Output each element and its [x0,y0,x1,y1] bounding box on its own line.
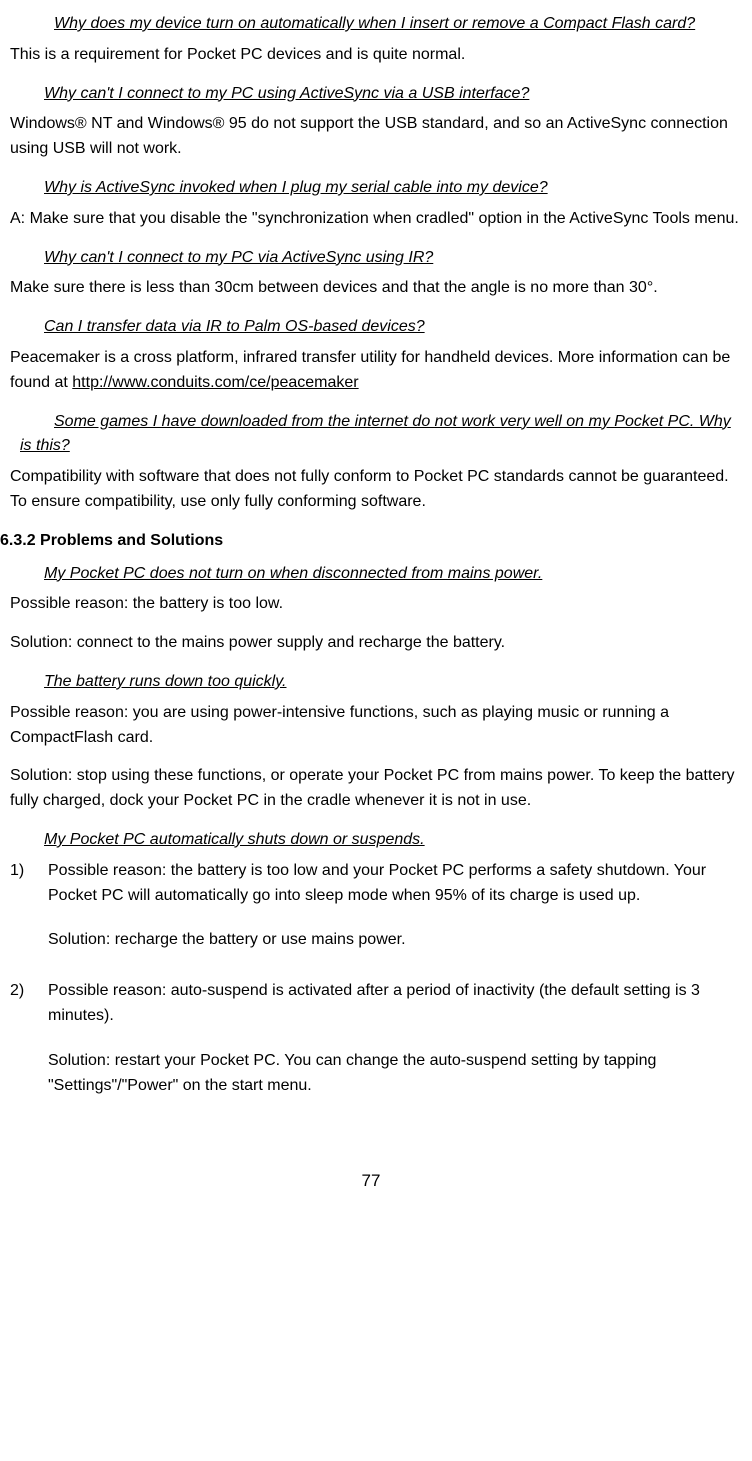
list-text: Solution: recharge the battery or use ma… [48,928,742,953]
faq-answer: This is a requirement for Pocket PC devi… [10,43,742,68]
faq-answer: Solution: stop using these functions, or… [10,764,742,814]
faq-answer: Windows® NT and Windows® 95 do not suppo… [10,112,742,162]
list-text: Solution: restart your Pocket PC. You ca… [48,1049,742,1099]
faq-question: The battery runs down too quickly. [10,670,742,695]
faq-question: Why does my device turn on automatically… [10,12,742,37]
faq-answer: Peacemaker is a cross platform, infrared… [10,346,742,396]
numbered-item: 1) Possible reason: the battery is too l… [10,859,742,973]
faq-answer: Possible reason: the battery is too low. [10,592,742,617]
list-text: Possible reason: auto-suspend is activat… [48,979,742,1029]
faq-question: Why can't I connect to my PC using Activ… [10,82,742,107]
list-number: 1) [10,859,48,973]
faq-answer: Compatibility with software that does no… [10,465,742,515]
external-link[interactable]: http://www.conduits.com/ce/peacemaker [72,374,358,391]
faq-question: Can I transfer data via IR to Palm OS-ba… [10,315,742,340]
numbered-item: 2) Possible reason: auto-suspend is acti… [10,979,742,1118]
list-number: 2) [10,979,48,1118]
faq-answer: A: Make sure that you disable the "synch… [10,207,742,232]
page-number: 77 [0,1168,742,1194]
faq-answer: Make sure there is less than 30cm betwee… [10,276,742,301]
faq-question: My Pocket PC does not turn on when disco… [10,562,742,587]
faq-answer: Solution: connect to the mains power sup… [10,631,742,656]
faq-question: My Pocket PC automatically shuts down or… [10,828,742,853]
section-heading: 6.3.2 Problems and Solutions [0,529,742,554]
faq-question: Why can't I connect to my PC via ActiveS… [10,246,742,271]
faq-question: Why is ActiveSync invoked when I plug my… [10,176,742,201]
faq-question: Some games I have downloaded from the in… [10,410,742,460]
faq-answer: Possible reason: you are using power-int… [10,701,742,751]
list-text: Possible reason: the battery is too low … [48,859,742,909]
